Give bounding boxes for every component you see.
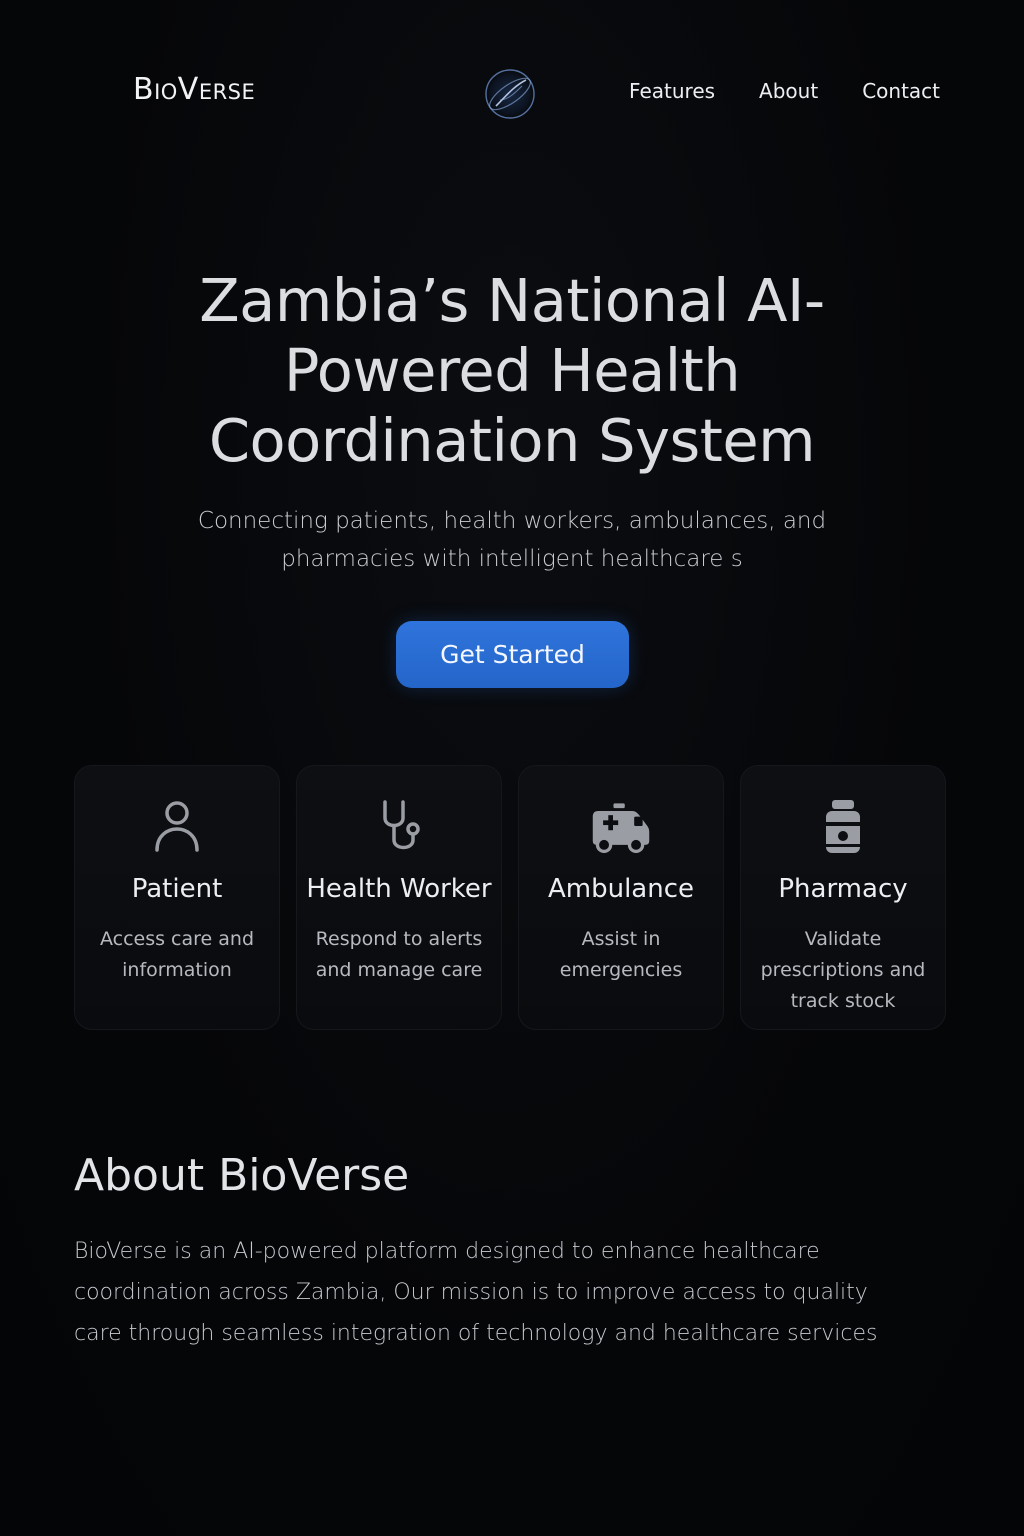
- card-title: Patient: [131, 874, 223, 904]
- card-description: Access care and information: [99, 928, 255, 981]
- about-title: About BioVerse: [74, 1150, 410, 1201]
- nav-link-about[interactable]: About: [759, 79, 818, 103]
- nav-link-contact[interactable]: Contact: [862, 79, 940, 103]
- nav-links: Features About Contact: [629, 79, 940, 103]
- card-description: Assist in emergencies: [559, 928, 683, 981]
- pill-bottle-icon: [811, 794, 875, 858]
- get-started-button[interactable]: Get Started: [396, 621, 629, 688]
- ambulance-icon: [589, 794, 653, 858]
- card-title: Pharmacy: [778, 874, 908, 904]
- hero-title: Zambia’s National AI-Powered Health Coor…: [199, 266, 825, 475]
- card-patient[interactable]: Patient Access care and information: [74, 765, 280, 1030]
- card-title: Health Worker: [306, 874, 492, 904]
- role-cards: Patient Access care and information Heal…: [74, 765, 946, 1030]
- orb-logo-icon: [483, 67, 537, 121]
- nav-link-features[interactable]: Features: [629, 79, 715, 103]
- card-description: Respond to alerts and manage care: [315, 928, 483, 981]
- card-title: Ambulance: [547, 874, 695, 904]
- about-body: BioVerse is an AI-powered platform desig…: [74, 1239, 878, 1346]
- card-ambulance[interactable]: Ambulance Assist in emergencies: [518, 765, 724, 1030]
- card-pharmacy[interactable]: Pharmacy Validate prescriptions and trac…: [740, 765, 946, 1030]
- hero-subtitle: Connecting patients, health workers, amb…: [197, 508, 827, 572]
- brand-logo[interactable]: BioVerse: [133, 72, 255, 107]
- stethoscope-icon: [367, 794, 431, 858]
- person-icon: [145, 794, 209, 858]
- top-nav: BioVerse Features About Contact: [0, 0, 1024, 180]
- card-description: Validate prescriptions and track stock: [760, 928, 926, 1012]
- card-health-worker[interactable]: Health Worker Respond to alerts and mana…: [296, 765, 502, 1030]
